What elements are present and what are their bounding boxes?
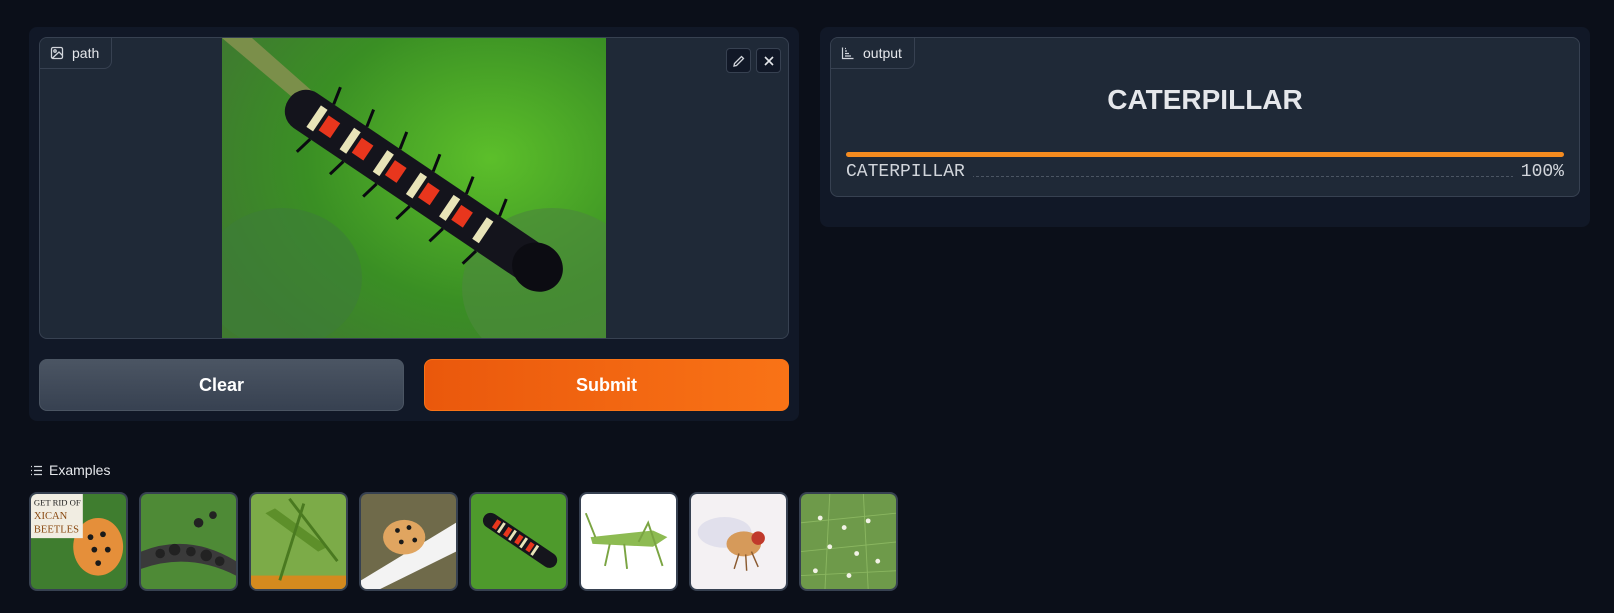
example-caterpillar-image [471,494,566,589]
confidence-value: 100% [1512,162,1564,182]
example-whiteflies-image [801,494,896,589]
example-thumbnail-fruit-fly[interactable] [689,492,788,591]
examples-gallery: GET RID OF XICAN BEETLES [29,492,898,591]
image-input[interactable]: path [39,37,789,339]
example-katydid-image [581,494,676,589]
example-thumbnail-aphids[interactable] [139,492,238,591]
output-panel: output CATERPILLAR CATERPILLAR 100% [820,27,1590,227]
confidence-bar-fill [846,152,1564,157]
input-label-text: path [72,45,100,61]
input-image-preview [222,38,606,338]
output-label-text: output [863,45,902,61]
edit-button[interactable] [726,48,751,73]
image-icon [50,46,64,60]
predicted-class: CATERPILLAR [1107,84,1303,115]
confidence-bar [846,152,1564,157]
close-icon [763,55,774,66]
svg-text:GET RID OF: GET RID OF [34,498,81,508]
label-output: output CATERPILLAR CATERPILLAR 100% [830,37,1580,197]
example-aphids-image [141,494,236,589]
input-panel: path Clear Submit [29,27,799,421]
svg-text:BEETLES: BEETLES [34,524,79,535]
example-grasshopper-image [251,494,346,589]
bar-chart-icon [841,47,854,60]
list-icon [31,465,42,475]
confidence-row: CATERPILLAR 100% [846,152,1564,192]
submit-button[interactable]: Submit [424,359,789,411]
example-thumbnail-grasshopper[interactable] [249,492,348,591]
input-label: path [40,38,113,69]
example-thumbnail-beetles[interactable]: GET RID OF XICAN BEETLES [29,492,128,591]
confidence-label: CATERPILLAR [846,162,973,182]
example-ladybug-image [361,494,456,589]
example-thumbnail-whiteflies[interactable] [799,492,898,591]
output-label: output [831,38,915,69]
example-thumbnail-caterpillar[interactable] [469,492,568,591]
pencil-icon [732,55,744,67]
example-thumbnail-ladybug[interactable] [359,492,458,591]
example-thumbnail-katydid[interactable] [579,492,678,591]
svg-text:XICAN: XICAN [34,511,68,522]
clear-button[interactable]: Clear [39,359,404,411]
example-fruit-fly-image [691,494,786,589]
examples-title: Examples [49,462,111,478]
examples-header: Examples [30,462,110,478]
example-beetles-image: GET RID OF XICAN BEETLES [31,494,126,589]
clear-image-button[interactable] [756,48,781,73]
